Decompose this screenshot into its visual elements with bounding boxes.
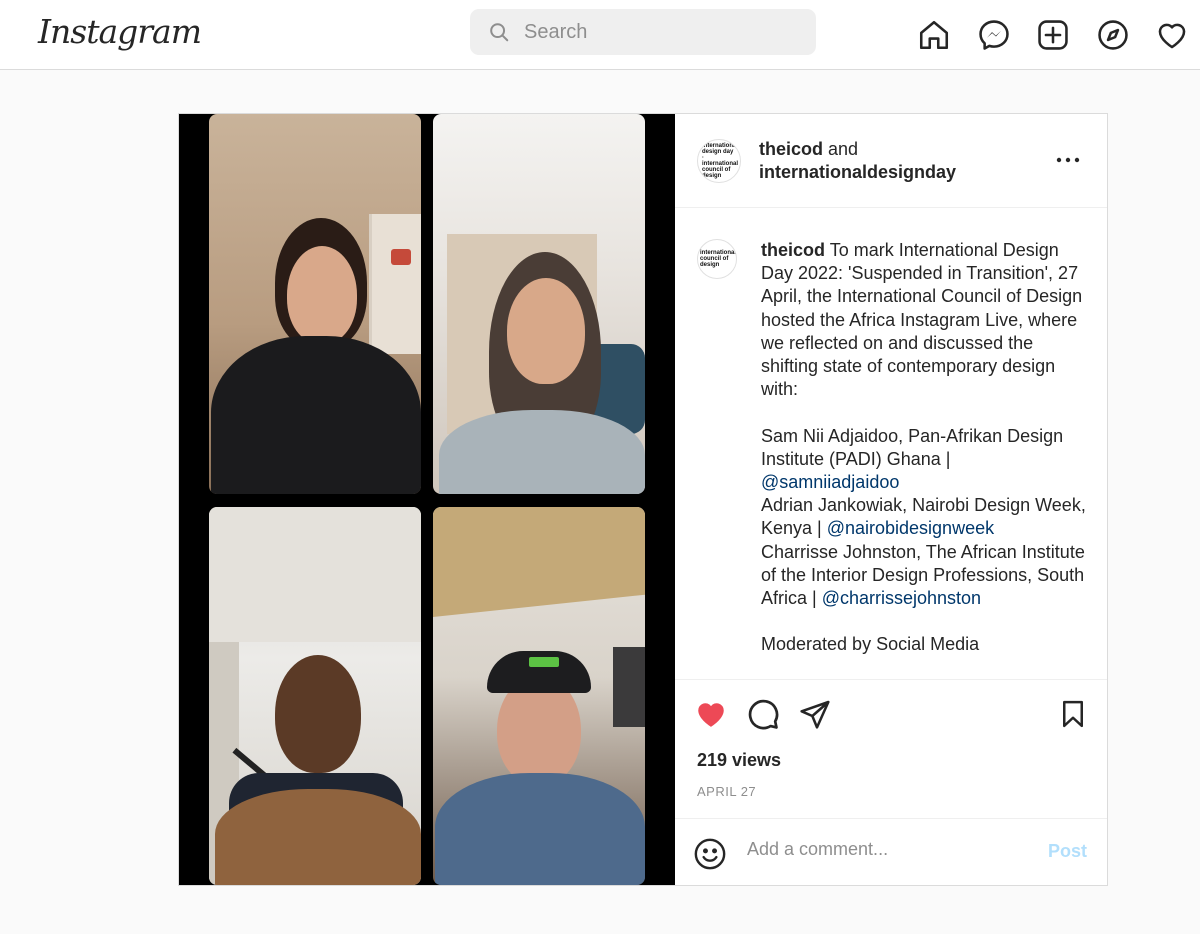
post-actions: 219 views APRIL 27 Post	[675, 679, 1107, 884]
view-count[interactable]: 219 views	[697, 750, 781, 771]
post-authors: theicod and internationaldesignday	[759, 138, 956, 184]
post-caption: theicod To mark International Design Day…	[761, 239, 1087, 657]
new-post-button[interactable]	[1033, 15, 1073, 55]
video-tile-bottom-right	[433, 507, 645, 885]
comment-bar: Post	[675, 818, 1107, 885]
caption-text-4: Moderated by Social Media	[761, 634, 980, 655]
search-box[interactable]	[470, 9, 816, 55]
messenger-icon	[978, 20, 1009, 50]
home-icon	[919, 20, 949, 50]
bookmark-icon	[1063, 700, 1083, 728]
instagram-logo[interactable]: Instagram	[38, 12, 202, 51]
caption-scroll-area[interactable]: international council of design theicod …	[675, 209, 1107, 679]
save-button[interactable]	[1053, 694, 1093, 734]
more-options-icon	[1056, 157, 1080, 163]
explore-icon	[1097, 20, 1128, 50]
mention-charrissejohnston[interactable]: @charrissejohnston	[822, 588, 981, 608]
comment-icon	[748, 699, 779, 730]
avatar-logo-text: international design day · international…	[702, 143, 739, 179]
like-button[interactable]	[691, 694, 731, 734]
post-date: APRIL 27	[697, 784, 757, 799]
mention-nairobidesignweek[interactable]: @nairobidesignweek	[827, 518, 994, 538]
search-input[interactable]	[524, 20, 804, 44]
caption-avatar-logo-text: international council of design	[700, 250, 737, 268]
caption-avatar[interactable]: international council of design	[697, 239, 737, 279]
explore-button[interactable]	[1093, 15, 1133, 55]
comment-button[interactable]	[743, 694, 783, 734]
post-sidebar: international design day · international…	[675, 114, 1107, 885]
messenger-button[interactable]	[974, 15, 1014, 55]
emoji-button[interactable]	[693, 837, 727, 871]
search-icon	[490, 23, 509, 42]
share-button[interactable]	[795, 694, 835, 734]
post-header: international design day · international…	[675, 114, 1107, 208]
post-card: international design day · international…	[178, 113, 1108, 886]
new-post-icon	[1038, 20, 1068, 50]
home-button[interactable]	[914, 15, 954, 55]
share-paper-plane-icon	[800, 700, 830, 729]
post-comment-button[interactable]: Post	[1048, 841, 1087, 862]
activity-button[interactable]	[1152, 15, 1192, 55]
caption-username[interactable]: theicod	[761, 240, 825, 260]
top-navigation-bar: Instagram	[0, 0, 1200, 70]
video-tile-top-left	[209, 114, 421, 494]
coauthor-username[interactable]: internationaldesignday	[759, 162, 956, 182]
activity-heart-icon	[1158, 23, 1186, 49]
mention-samniiadjaidoo[interactable]: @samniiadjaidoo	[761, 472, 899, 492]
author-avatar[interactable]: international design day · international…	[697, 139, 741, 183]
comment-input[interactable]	[747, 839, 1027, 860]
video-tile-top-right	[433, 114, 645, 494]
post-video[interactable]	[179, 114, 675, 885]
author-connector: and	[823, 139, 859, 159]
emoji-smiley-icon	[694, 838, 726, 870]
more-options-button[interactable]	[1053, 148, 1083, 172]
caption-text-intro: To mark International Design Day 2022: '…	[761, 240, 1083, 469]
video-tile-bottom-left	[209, 507, 421, 885]
heart-filled-icon	[698, 703, 724, 727]
author-username[interactable]: theicod	[759, 139, 823, 159]
nav-icons	[914, 15, 1200, 55]
